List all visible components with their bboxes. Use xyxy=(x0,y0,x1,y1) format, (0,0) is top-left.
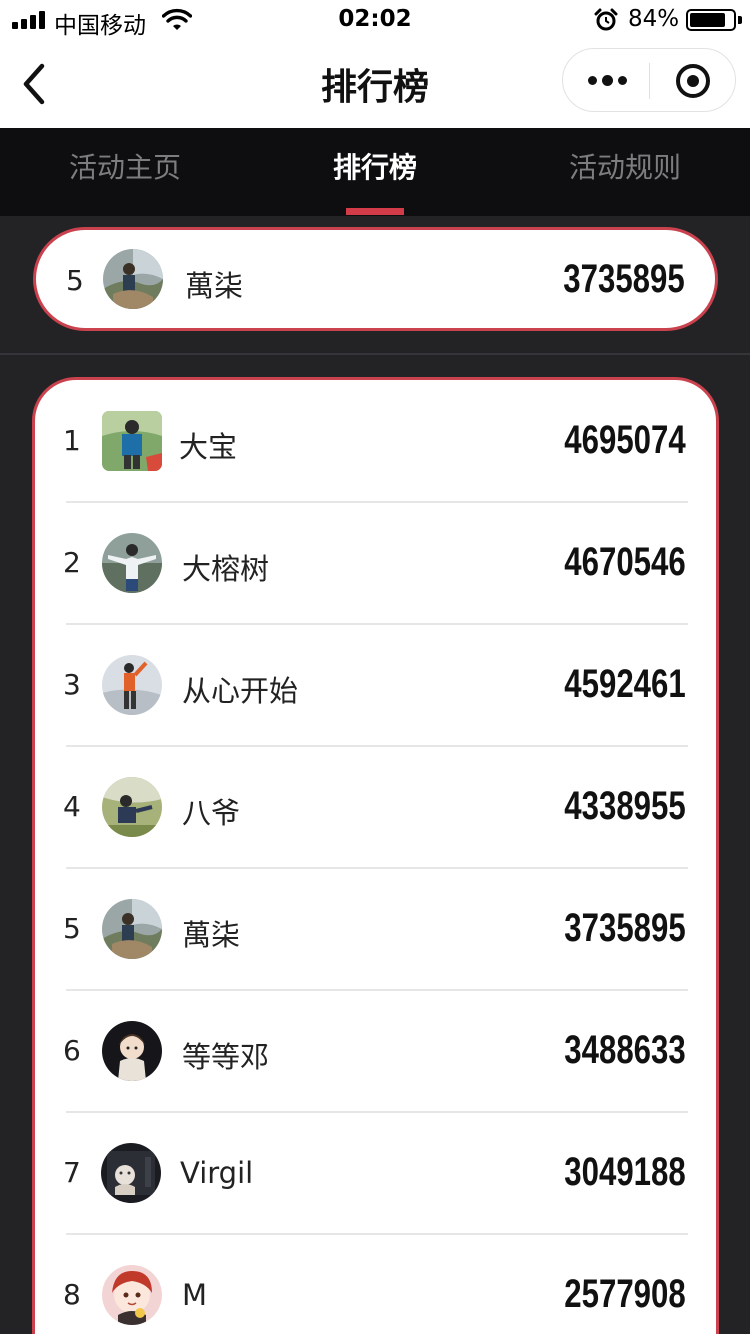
avatar xyxy=(102,533,162,593)
my-rank-number: 5 xyxy=(66,264,84,297)
player-name: 大宝 xyxy=(179,430,238,464)
section-separator xyxy=(0,353,750,355)
avatar xyxy=(102,655,162,715)
player-name: 大榕树 xyxy=(182,552,270,586)
avatar xyxy=(102,1265,162,1325)
avatar xyxy=(102,777,162,837)
player-name: Virgil xyxy=(180,1156,254,1190)
leaderboard-row[interactable]: 3 从心开始 4592461 xyxy=(35,624,716,747)
leaderboard-row[interactable]: 2 大榕树 4670546 xyxy=(35,502,716,625)
avatar xyxy=(102,1021,162,1081)
leaderboard-list: 1 大宝 4695074 2 大榕树 4670546 3 从心开始 459246… xyxy=(32,377,719,1334)
avatar xyxy=(101,1143,161,1203)
rank-number: 3 xyxy=(63,668,81,701)
player-name: 从心开始 xyxy=(182,674,299,708)
battery-percent: 84% xyxy=(628,6,680,32)
mini-program-capsule xyxy=(562,48,736,112)
battery-icon xyxy=(686,9,736,31)
alarm-icon xyxy=(594,8,618,31)
status-bar: 中国移动 02:02 84% xyxy=(0,0,750,40)
leaderboard-row[interactable]: 4 八爷 4338955 xyxy=(35,746,716,869)
rank-number: 1 xyxy=(63,424,81,457)
rank-number: 6 xyxy=(63,1034,81,1067)
avatar xyxy=(102,411,162,471)
leaderboard-row[interactable]: 1 大宝 4695074 xyxy=(35,380,716,503)
leaderboard-row[interactable]: 7 Virgil 3049188 xyxy=(35,1112,716,1235)
player-score: 3488633 xyxy=(564,1028,686,1072)
player-score: 4338955 xyxy=(564,784,686,828)
active-tab-indicator xyxy=(346,208,404,215)
close-target-icon[interactable] xyxy=(650,49,736,113)
rank-number: 7 xyxy=(63,1156,81,1189)
leaderboard-row[interactable]: 5 萬柒 3735895 xyxy=(35,868,716,991)
rank-number: 4 xyxy=(63,790,81,823)
player-score: 4695074 xyxy=(564,418,686,462)
my-rank-card[interactable]: 5 萬柒 3735895 xyxy=(33,227,718,331)
player-score: 2577908 xyxy=(564,1272,686,1316)
player-score: 3049188 xyxy=(564,1150,686,1194)
player-score: 4592461 xyxy=(564,662,686,706)
tab-bar: 活动主页 排行榜 活动规则 xyxy=(0,128,750,216)
avatar xyxy=(102,899,162,959)
leaderboard-row[interactable]: 8 M 2577908 xyxy=(35,1234,716,1334)
my-name: 萬柒 xyxy=(185,269,244,303)
player-name: M xyxy=(182,1278,208,1312)
my-avatar xyxy=(103,249,163,309)
player-name: 等等邓 xyxy=(182,1040,270,1074)
rank-number: 2 xyxy=(63,546,81,579)
navigation-bar: 排行榜 xyxy=(0,40,750,128)
tab-activity-rules[interactable]: 活动规则 xyxy=(500,128,750,216)
player-score: 3735895 xyxy=(564,906,686,950)
rank-number: 5 xyxy=(63,912,81,945)
player-name: 八爷 xyxy=(182,796,241,830)
rank-number: 8 xyxy=(63,1278,81,1311)
tab-leaderboard[interactable]: 排行榜 xyxy=(250,128,500,216)
player-score: 4670546 xyxy=(564,540,686,584)
player-name: 萬柒 xyxy=(182,918,241,952)
battery-fill xyxy=(690,13,726,27)
leaderboard-row[interactable]: 6 等等邓 3488633 xyxy=(35,990,716,1113)
my-score: 3735895 xyxy=(563,257,685,301)
more-icon[interactable] xyxy=(563,49,649,113)
tab-activity-home[interactable]: 活动主页 xyxy=(0,128,250,216)
battery-cap xyxy=(738,16,742,24)
